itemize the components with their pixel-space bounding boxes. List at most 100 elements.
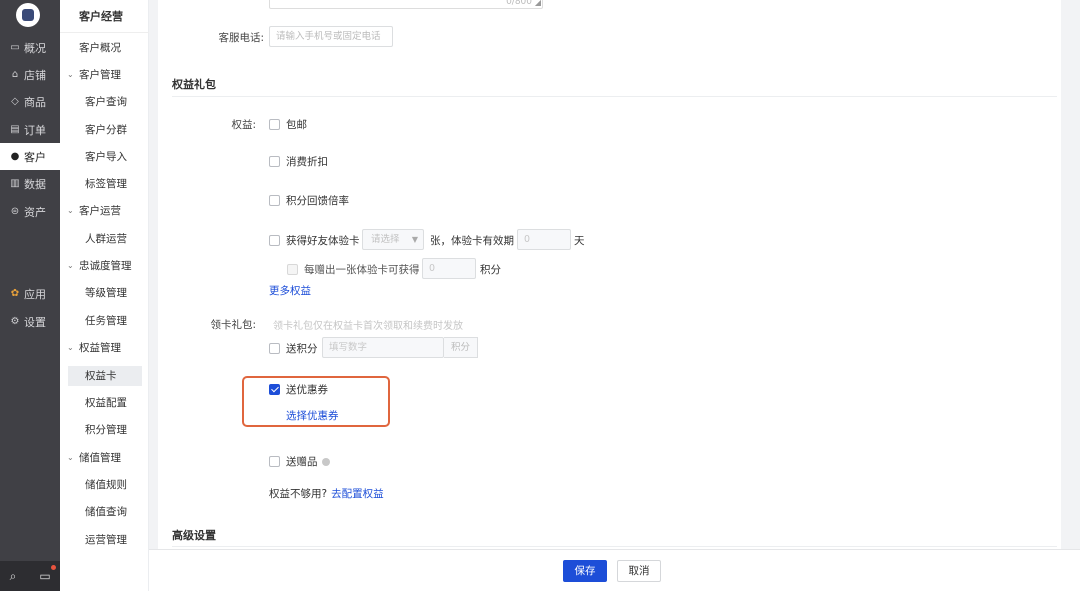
resize-handle-icon[interactable]: ◢ — [535, 0, 541, 7]
checkbox[interactable] — [269, 156, 280, 167]
section-divider — [172, 546, 1057, 547]
sidebar-divider — [60, 32, 149, 33]
per-card-points-input[interactable]: 0 — [422, 258, 476, 279]
list-icon: ▤ — [10, 124, 20, 135]
rail-item-orders[interactable]: ▤ 订单 — [0, 116, 60, 143]
sidebar-group-customer-operations[interactable]: ⌄ 客户运营 — [60, 201, 149, 221]
gear-icon: ⚙ — [10, 316, 20, 327]
per-card-points[interactable]: 每赠出一张体验卡可获得 — [287, 262, 420, 277]
not-enough-row: 权益不够用? 去配置权益 — [269, 486, 384, 501]
rail-item-customers[interactable]: ● 客户 — [0, 143, 60, 170]
message-icon[interactable]: ▭ — [38, 569, 52, 583]
form-card: 0/800 ◢ 客服电话: 请输入手机号或固定电话 权益礼包 权益: 包邮 消费… — [158, 0, 1061, 549]
more-benefits-link[interactable]: 更多权益 — [269, 283, 311, 298]
sidebar-item-customer-import[interactable]: 客户导入 — [60, 147, 149, 167]
checkbox[interactable] — [269, 119, 280, 130]
gift-send-points[interactable]: 送积分 — [269, 341, 318, 356]
not-enough-text: 权益不够用? — [269, 488, 328, 500]
save-button[interactable]: 保存 — [563, 560, 607, 582]
footer-action-bar: 保存 取消 — [149, 549, 1080, 591]
sidebar-item-stored-value-rules[interactable]: 储值规则 — [60, 475, 149, 495]
rail-item-products[interactable]: ◇ 商品 — [0, 88, 60, 115]
service-phone-input[interactable]: 请输入手机号或固定电话 — [269, 26, 393, 47]
rail-item-label: 商品 — [24, 95, 46, 109]
friend-card-validity-text: 张，体验卡有效期 — [430, 233, 514, 248]
send-points-unit: 积分 — [444, 337, 478, 358]
primary-nav-rail: ▭ 概况 ⌂ 店铺 ◇ 商品 ▤ 订单 ● 客户 ▥ 数据 ⊜ 资产 ✿ 应用 — [0, 0, 60, 591]
gift-package-hint: 领卡礼包仅在权益卡首次领取和续费时发放 — [273, 321, 463, 332]
rail-item-label: 资产 — [24, 205, 46, 219]
sidebar-group-label: 客户管理 — [79, 69, 121, 81]
points-unit-text: 积分 — [480, 264, 501, 276]
chevron-down-icon: ⌄ — [67, 70, 74, 79]
checkbox-label: 包邮 — [286, 119, 307, 131]
sidebar-group-customer-management[interactable]: ⌄ 客户管理 — [60, 65, 149, 85]
shop-logo[interactable] — [16, 3, 40, 27]
rail-item-store[interactable]: ⌂ 店铺 — [0, 61, 60, 88]
sidebar-item-customer-overview[interactable]: 客户概况 — [60, 38, 149, 58]
friend-card-count-select[interactable]: 请选择 ▼ — [362, 229, 424, 250]
rail-item-overview[interactable]: ▭ 概况 — [0, 34, 60, 61]
char-counter: 0/800 — [506, 0, 532, 7]
search-icon[interactable]: ⌕ — [6, 569, 20, 583]
rail-item-settings[interactable]: ⚙ 设置 — [0, 308, 60, 335]
sidebar-item-tag-management[interactable]: 标签管理 — [60, 174, 149, 194]
chevron-down-icon: ⌄ — [67, 343, 74, 352]
checkbox[interactable] — [269, 456, 280, 467]
description-textarea[interactable]: 0/800 ◢ — [269, 0, 543, 9]
checkbox[interactable] — [269, 195, 280, 206]
caret-down-icon: ▼ — [411, 235, 418, 244]
sidebar-group-label: 客户运营 — [79, 205, 121, 217]
sidebar-item-level-management[interactable]: 等级管理 — [60, 283, 149, 303]
rail-item-data[interactable]: ▥ 数据 — [0, 170, 60, 197]
sidebar-group-benefit-management[interactable]: ⌄ 权益管理 — [60, 338, 149, 358]
sidebar-group-stored-value[interactable]: ⌄ 储值管理 — [60, 448, 149, 468]
sidebar-item-benefit-card[interactable]: 权益卡 — [68, 366, 142, 386]
rail-item-assets[interactable]: ⊜ 资产 — [0, 198, 60, 225]
sidebar-item-customer-query[interactable]: 客户查询 — [60, 92, 149, 112]
coin-icon: ⊜ — [10, 206, 20, 217]
sidebar-item-customer-segments[interactable]: 客户分群 — [60, 120, 149, 140]
benefit-discount[interactable]: 消费折扣 — [269, 154, 328, 169]
friend-card-days-input[interactable]: 0 — [517, 229, 571, 250]
benefit-free-shipping[interactable]: 包邮 — [269, 117, 307, 132]
checkbox[interactable] — [269, 343, 280, 354]
cancel-button[interactable]: 取消 — [617, 560, 661, 582]
rail-item-label: 订单 — [24, 123, 46, 137]
sidebar-item-points-management[interactable]: 积分管理 — [60, 420, 149, 440]
per-card-points-unit: 积分 — [480, 262, 501, 277]
rail-item-label: 应用 — [24, 287, 46, 301]
friend-card-days-unit: 天 — [574, 233, 585, 248]
service-phone-label: 客服电话: — [218, 32, 264, 44]
rail-item-label: 数据 — [24, 177, 46, 191]
section-divider — [172, 96, 1057, 97]
benefit-friend-card[interactable]: 获得好友体验卡 — [269, 233, 360, 248]
checkbox-label: 积分回馈倍率 — [286, 195, 349, 207]
logo-icon — [22, 9, 34, 21]
sidebar-item-stored-value-query[interactable]: 储值查询 — [60, 502, 149, 522]
checkbox[interactable] — [269, 235, 280, 246]
chevron-down-icon: ⌄ — [67, 206, 74, 215]
benefit-points-rate[interactable]: 积分回馈倍率 — [269, 193, 349, 208]
rail-item-apps[interactable]: ✿ 应用 — [0, 280, 60, 307]
send-points-input[interactable]: 填写数字 — [322, 337, 444, 358]
sidebar-item-task-management[interactable]: 任务管理 — [60, 311, 149, 331]
sidebar-item-operations-management[interactable]: 运营管理 — [60, 530, 149, 550]
configure-benefits-link[interactable]: 去配置权益 — [331, 486, 384, 501]
sidebar-item-benefit-config[interactable]: 权益配置 — [60, 393, 149, 413]
secondary-sidebar: 客户经营 客户概况 ⌄ 客户管理 客户查询 客户分群 客户导入 标签管理 ⌄ 客户运… — [60, 0, 149, 591]
rail-item-label: 店铺 — [24, 68, 46, 82]
benefits-label: 权益: — [231, 119, 256, 131]
checkbox-label: 送赠品 — [286, 456, 318, 468]
tag-icon: ◇ — [11, 96, 19, 107]
checkbox[interactable] — [287, 264, 298, 275]
sidebar-item-crowd-operations[interactable]: 人群运营 — [60, 229, 149, 249]
rail-item-label: 概况 — [24, 41, 46, 55]
help-icon[interactable] — [321, 457, 330, 466]
sidebar-group-loyalty[interactable]: ⌄ 忠诚度管理 — [60, 256, 149, 276]
monitor-icon: ▭ — [10, 42, 20, 53]
gift-send-gift[interactable]: 送赠品 — [269, 454, 330, 469]
gift-package-label: 领卡礼包: — [210, 319, 256, 331]
sidebar-group-label: 储值管理 — [79, 452, 121, 464]
checkbox-label: 消费折扣 — [286, 156, 328, 168]
